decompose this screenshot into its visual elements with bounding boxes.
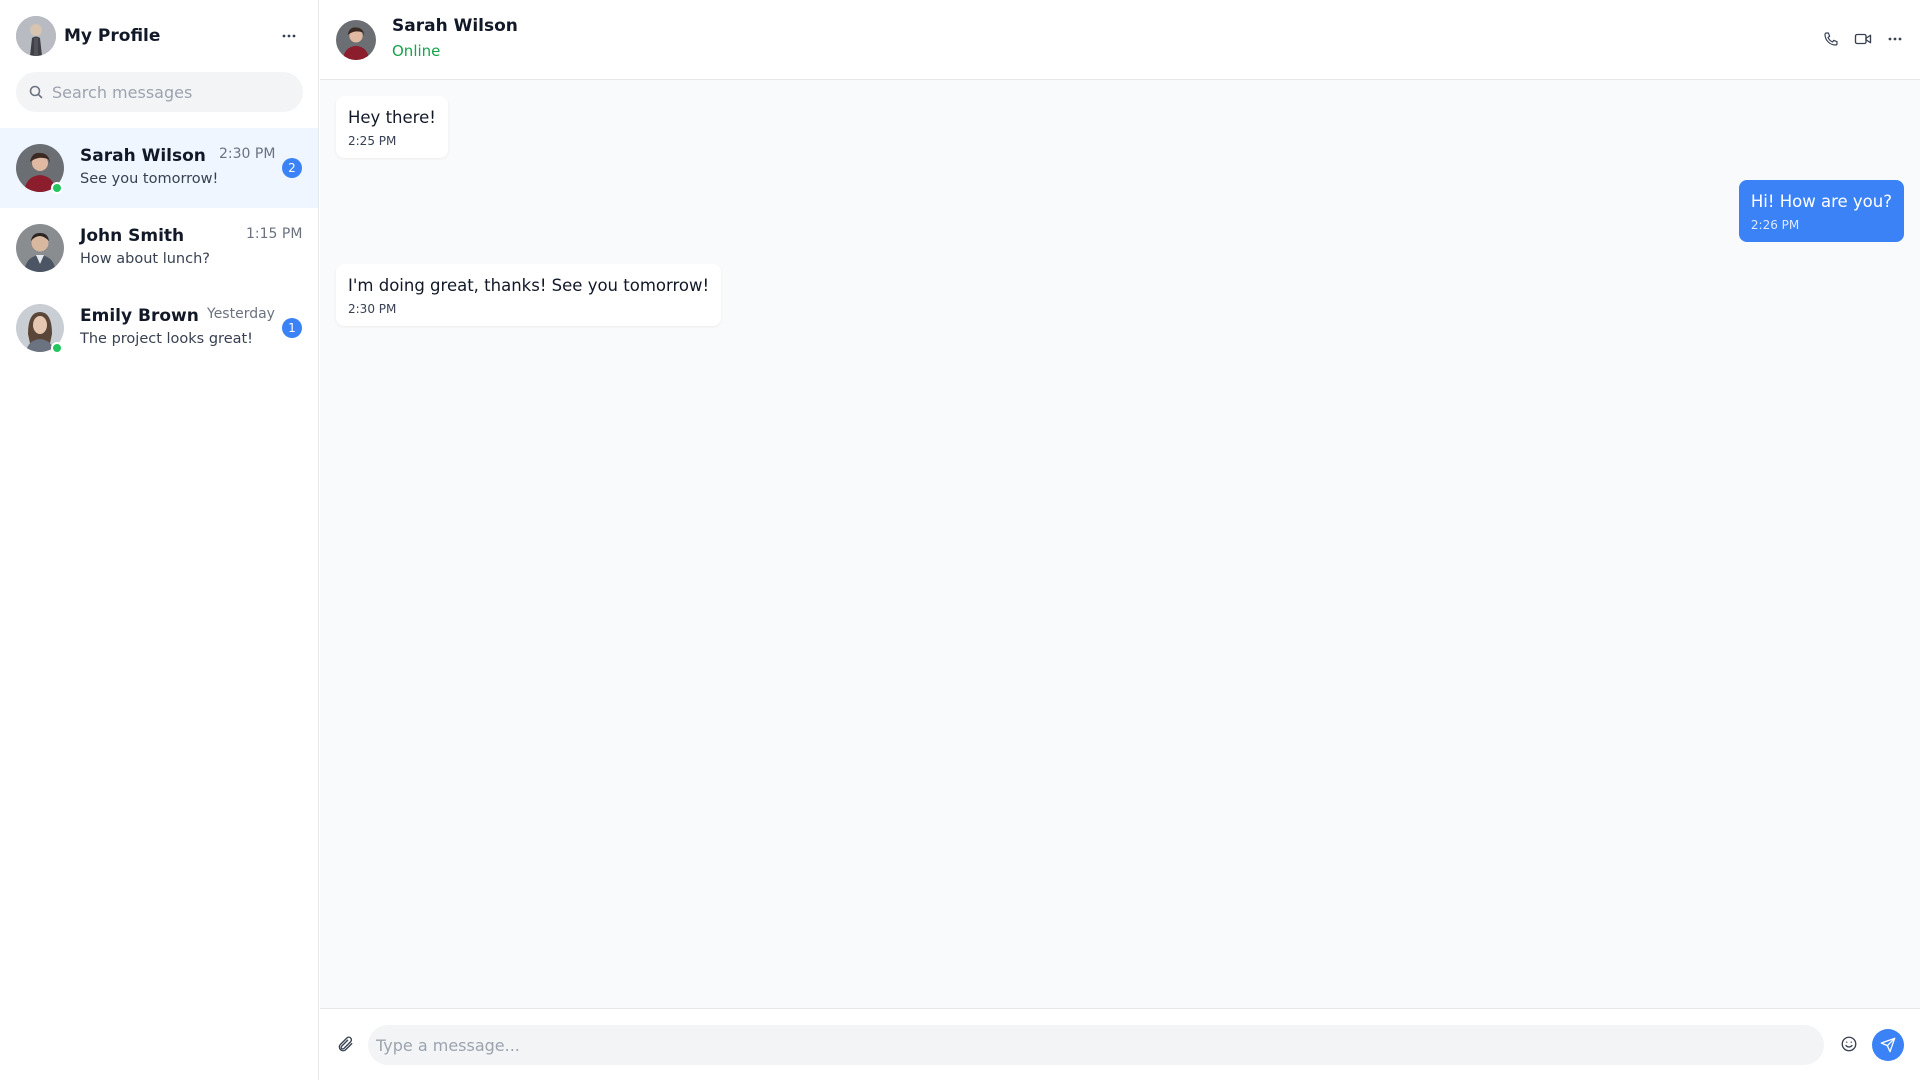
contact-avatar[interactable] [336,20,376,60]
sidebar: My Profile Search messages Sarah Wilson … [0,0,319,1080]
conversation-text: John Smith 1:15 PM How about lunch? [80,224,318,272]
chat-panel: Sarah Wilson Online Hey there! 2:25 PM H… [320,0,1920,1080]
message-time: 2:25 PM [348,134,397,148]
conversation-name: Sarah Wilson [80,146,206,166]
conversation-preview: How about lunch? [80,251,210,267]
attach-button[interactable] [332,1031,358,1057]
online-indicator [51,342,63,354]
voice-call-button[interactable] [1818,26,1844,52]
message-list: Hey there! 2:25 PM Hi! How are you? 2:26… [320,80,1920,1008]
message-text: Hey there! [348,108,436,127]
unread-badge: 2 [282,158,302,178]
conversation-time: 2:30 PM [219,146,276,162]
video-call-button[interactable] [1850,26,1876,52]
profile-header: My Profile [16,16,303,56]
conversation-item-emily-brown[interactable]: Emily Brown Yesterday The project looks … [0,288,318,368]
conversation-preview: The project looks great! [80,331,253,347]
search-box[interactable] [16,72,303,112]
message-input[interactable] [368,1025,1824,1065]
header-actions [1818,26,1908,52]
unread-badge: 1 [282,318,302,338]
online-indicator [51,182,63,194]
contact-status: Online [392,42,441,60]
ellipsis-icon [282,34,296,38]
message-bubble-outgoing: Hi! How are you? 2:26 PM [1738,180,1904,242]
ellipsis-icon [1888,37,1902,41]
message-composer [320,1008,1920,1080]
message-time: 2:30 PM [348,302,397,316]
chat-more-button[interactable] [1882,26,1908,52]
conversation-item-sarah-wilson[interactable]: Sarah Wilson 2:30 PM See you tomorrow! 2 [0,128,318,208]
messaging-app: My Profile Search messages Sarah Wilson … [0,0,1920,1080]
avatar [16,224,64,272]
conversation-preview: See you tomorrow! [80,171,219,187]
send-icon [1880,1037,1896,1053]
contact-name: Sarah Wilson [392,16,518,36]
conversation-time: 1:15 PM [246,226,303,242]
conversation-name: Emily Brown [80,306,199,326]
video-icon [1854,33,1872,45]
message-bubble-incoming: I'm doing great, thanks! See you tomorro… [336,264,722,326]
paperclip-icon [338,1036,353,1052]
message-text: I'm doing great, thanks! See you tomorro… [348,276,710,295]
send-button[interactable] [1872,1029,1904,1061]
more-options-button[interactable] [275,22,303,50]
message-bubble-incoming: Hey there! 2:25 PM [336,96,448,158]
message-time: 2:26 PM [1750,218,1800,232]
search-icon [29,85,43,99]
search-input[interactable] [52,82,292,102]
message-text: Hi! How are you? [1750,192,1892,211]
chat-header: Sarah Wilson Online [320,0,1920,80]
emoji-button[interactable] [1836,1031,1862,1057]
profile-name[interactable]: My Profile [64,26,275,46]
conversation-list: Sarah Wilson 2:30 PM See you tomorrow! 2 [0,128,318,368]
conversation-item-john-smith[interactable]: John Smith 1:15 PM How about lunch? [0,208,318,288]
profile-avatar[interactable] [16,16,56,56]
conversation-name: John Smith [80,226,185,246]
phone-icon [1824,32,1838,46]
conversation-time: Yesterday [207,306,275,322]
smiley-icon [1841,1036,1857,1052]
